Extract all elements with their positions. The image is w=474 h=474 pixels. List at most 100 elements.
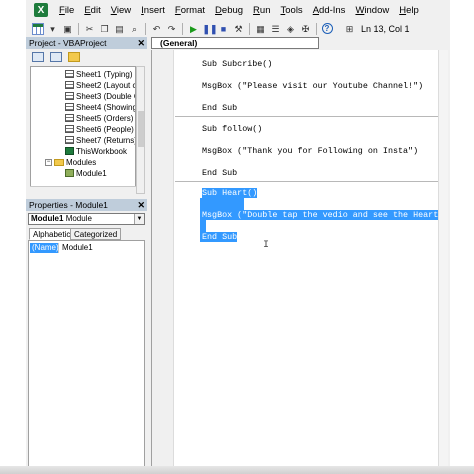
code-line: End Sub: [202, 168, 238, 178]
tab-alphabetic[interactable]: Alphabetic: [29, 228, 75, 240]
tree-item-module1[interactable]: Module1: [65, 168, 107, 178]
menu-window[interactable]: Window: [350, 5, 394, 16]
sheet-icon: [65, 114, 74, 122]
view-excel-icon[interactable]: [31, 22, 44, 35]
tree-item-sheet7[interactable]: Sheet7 (Returns): [65, 135, 135, 145]
folder-icon: [54, 158, 64, 166]
code-line: MsgBox ("Please visit our Youtube Channe…: [202, 81, 424, 91]
menu-tools[interactable]: Tools: [276, 5, 308, 16]
menu-help[interactable]: Help: [394, 5, 424, 16]
menu-debug[interactable]: Debug: [210, 5, 248, 16]
toolbar-separator: [249, 22, 250, 35]
tree-item-sheet1[interactable]: Sheet1 (Typing): [65, 69, 132, 79]
insert-module-icon[interactable]: ▾: [47, 23, 59, 35]
menu-file[interactable]: File: [54, 5, 79, 16]
break-icon[interactable]: ❚❚: [203, 23, 218, 35]
code-scrollbar[interactable]: [438, 50, 448, 474]
procedure-separator: [175, 116, 448, 117]
code-line: Sub follow(): [202, 124, 263, 134]
object-browser-icon[interactable]: ◈: [285, 23, 297, 35]
view-object-icon[interactable]: [50, 52, 62, 62]
property-value[interactable]: Module1: [58, 243, 93, 253]
tree-item-sheet4[interactable]: Sheet4 (Showing: [65, 102, 135, 112]
sheet-icon: [65, 103, 74, 111]
properties-window-icon[interactable]: ☰: [270, 23, 282, 35]
code-line: MsgBox ("Thank you for Following on Inst…: [202, 146, 419, 156]
project-tree-hscrollbar[interactable]: [30, 186, 136, 194]
project-pane-title-bar: Project - VBAProject ✕: [26, 37, 147, 49]
toolbar-separator: [182, 22, 183, 35]
copy-icon[interactable]: ❐: [99, 23, 111, 35]
scrollbar-thumb[interactable]: [138, 111, 144, 147]
tree-item-sheet2[interactable]: Sheet2 (Layout c: [65, 80, 135, 90]
cut-icon[interactable]: ✂: [84, 23, 96, 35]
tree-item-sheet3[interactable]: Sheet3 (Double C: [65, 91, 135, 101]
object-combo[interactable]: (General): [151, 37, 319, 49]
properties-object-type: Module: [65, 214, 92, 223]
code-line: Sub Subcribe(): [202, 59, 273, 69]
margin-indicator-bar[interactable]: [152, 50, 174, 474]
properties-object-name: Module1: [31, 214, 64, 223]
properties-object-select[interactable]: Module1 Module ▼: [28, 213, 145, 225]
redo-icon[interactable]: ↷: [166, 23, 178, 35]
project-pane-toolbar: [26, 49, 147, 65]
toolbar-separator: [316, 22, 317, 35]
project-explorer-icon[interactable]: ▦: [255, 23, 267, 35]
code-line-selected: End Sub: [202, 232, 238, 242]
procedure-separator: [175, 181, 448, 182]
menu-view[interactable]: View: [106, 5, 136, 16]
menu-run[interactable]: Run: [248, 5, 275, 16]
toolbar-separator: [78, 22, 79, 35]
view-code-icon[interactable]: [32, 52, 44, 62]
tab-categorized[interactable]: Categorized: [70, 228, 122, 240]
collapse-icon[interactable]: −: [45, 158, 52, 166]
sheet-icon: [65, 92, 74, 100]
project-pane-title: Project - VBAProject: [29, 38, 107, 48]
run-icon[interactable]: ▶: [188, 23, 200, 35]
tree-item-modules[interactable]: − Modules: [45, 157, 96, 167]
code-line: End Sub: [202, 103, 238, 113]
sheet-icon: [65, 70, 74, 78]
tree-item-sheet5[interactable]: Sheet5 (Orders): [65, 113, 133, 123]
save-icon[interactable]: ▣: [62, 23, 74, 35]
properties-grid: (Name) Module1: [28, 240, 145, 474]
properties-pane-title: Properties - Module1: [29, 200, 108, 210]
toolbar-separator: [145, 22, 146, 35]
sheet-icon: [65, 125, 74, 133]
close-icon[interactable]: ✕: [137, 37, 145, 49]
module-icon: [65, 169, 74, 177]
toggle-folders-icon[interactable]: [68, 52, 80, 62]
project-tree-scrollbar[interactable]: [136, 66, 145, 194]
tree-item-sheet6[interactable]: Sheet6 (People): [65, 124, 134, 134]
close-icon[interactable]: ✕: [137, 199, 145, 211]
design-mode-icon[interactable]: ⚒: [233, 23, 245, 35]
excel-app-icon[interactable]: X: [34, 3, 48, 17]
menu-format[interactable]: Format: [170, 5, 210, 16]
mouse-ibeam-cursor: I: [263, 240, 270, 251]
property-key: (Name): [30, 243, 59, 253]
code-line-selected: MsgBox ("Double tap the vedio and see th…: [202, 210, 448, 220]
reset-icon[interactable]: ■: [218, 23, 230, 35]
help-icon[interactable]: ?: [321, 23, 333, 34]
cursor-position-status: ⊞ Ln 13, Col 1: [342, 20, 410, 37]
chevron-down-icon[interactable]: ▼: [134, 214, 144, 224]
tree-item-thisworkbook[interactable]: ThisWorkbook: [65, 146, 127, 156]
cursor-position-icon: ⊞: [345, 23, 354, 34]
menu-add-ins[interactable]: Add-Ins: [308, 5, 351, 16]
vba-editor-window: X File Edit View Insert Format Debug Run…: [26, 0, 450, 474]
cursor-position-text: Ln 13, Col 1: [361, 23, 410, 34]
find-icon[interactable]: ⌕: [129, 23, 141, 35]
menu-bar: X File Edit View Insert Format Debug Run…: [26, 0, 450, 20]
menu-insert[interactable]: Insert: [136, 5, 170, 16]
sheet-icon: [65, 136, 74, 144]
paste-icon[interactable]: ▤: [114, 23, 126, 35]
undo-icon[interactable]: ↶: [151, 23, 163, 35]
bottom-edge: [0, 466, 474, 474]
menu-edit[interactable]: Edit: [79, 5, 105, 16]
code-editor[interactable]: Sub Subcribe() MsgBox ("Please visit our…: [151, 50, 448, 474]
property-row[interactable]: (Name) Module1: [30, 243, 143, 253]
project-tree: Sheet1 (Typing) Sheet2 (Layout c Sheet3 …: [30, 66, 136, 194]
workbook-icon: [65, 147, 74, 155]
selection-highlight: [200, 220, 206, 232]
toolbox-icon[interactable]: ✠: [300, 23, 312, 35]
